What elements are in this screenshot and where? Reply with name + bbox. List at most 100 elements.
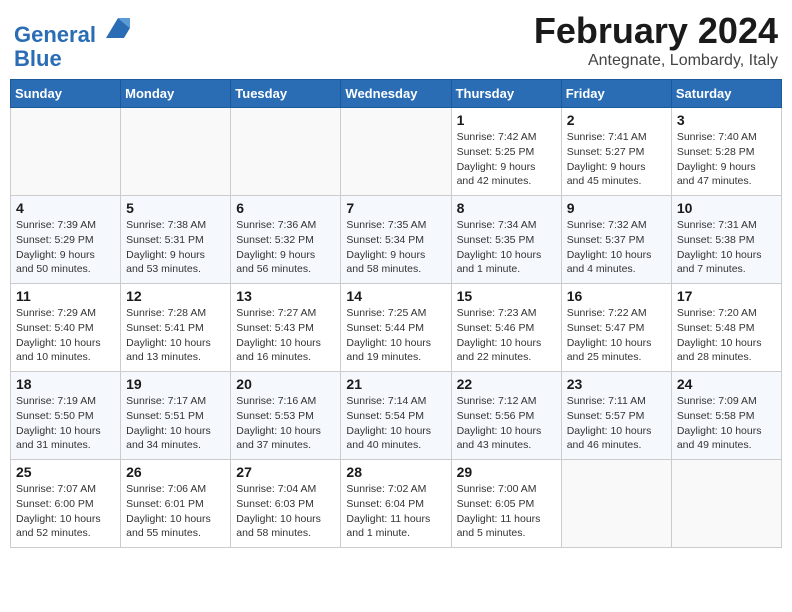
day-info: Sunrise: 7:25 AM Sunset: 5:44 PM Dayligh… xyxy=(346,306,445,365)
day-info: Sunrise: 7:29 AM Sunset: 5:40 PM Dayligh… xyxy=(16,306,115,365)
calendar-cell: 1 Sunrise: 7:42 AM Sunset: 5:25 PM Daylig… xyxy=(451,108,561,196)
calendar-cell: 12 Sunrise: 7:28 AM Sunset: 5:41 PM Dayli… xyxy=(121,284,231,372)
calendar-cell: 29Sunrise: 7:00 AM Sunset: 6:05 PM Dayli… xyxy=(451,460,561,548)
day-info: Sunrise: 7:07 AM Sunset: 6:00 PM Dayligh… xyxy=(16,482,115,541)
header-cell-friday: Friday xyxy=(561,80,671,108)
day-info: Sunrise: 7:34 AM Sunset: 5:35 PM Dayligh… xyxy=(457,218,556,277)
day-number: 2 xyxy=(567,112,666,128)
day-info: Sunrise: 7:38 AM Sunset: 5:31 PM Dayligh… xyxy=(126,218,225,277)
calendar-cell: 19 Sunrise: 7:17 AM Sunset: 5:51 PM Dayli… xyxy=(121,372,231,460)
calendar-body: 1 Sunrise: 7:42 AM Sunset: 5:25 PM Daylig… xyxy=(11,108,782,548)
header-cell-tuesday: Tuesday xyxy=(231,80,341,108)
calendar-cell: 24 Sunrise: 7:09 AM Sunset: 5:58 PM Dayli… xyxy=(671,372,781,460)
day-number: 12 xyxy=(126,288,225,304)
day-info: Sunrise: 7:02 AM Sunset: 6:04 PM Dayligh… xyxy=(346,482,445,541)
header-cell-sunday: Sunday xyxy=(11,80,121,108)
header-cell-thursday: Thursday xyxy=(451,80,561,108)
day-info: Sunrise: 7:32 AM Sunset: 5:37 PM Dayligh… xyxy=(567,218,666,277)
calendar-week-4: 25 Sunrise: 7:07 AM Sunset: 6:00 PM Dayli… xyxy=(11,460,782,548)
logo-general: General xyxy=(14,22,96,47)
calendar-cell: 11Sunrise: 7:29 AM Sunset: 5:40 PM Dayli… xyxy=(11,284,121,372)
header-cell-wednesday: Wednesday xyxy=(341,80,451,108)
calendar-week-2: 11Sunrise: 7:29 AM Sunset: 5:40 PM Dayli… xyxy=(11,284,782,372)
day-info: Sunrise: 7:39 AM Sunset: 5:29 PM Dayligh… xyxy=(16,218,115,277)
calendar-cell: 21 Sunrise: 7:14 AM Sunset: 5:54 PM Dayli… xyxy=(341,372,451,460)
day-number: 26 xyxy=(126,464,225,480)
day-number: 25 xyxy=(16,464,115,480)
day-number: 24 xyxy=(677,376,776,392)
calendar-cell: 3Sunrise: 7:40 AM Sunset: 5:28 PM Daylig… xyxy=(671,108,781,196)
day-info: Sunrise: 7:04 AM Sunset: 6:03 PM Dayligh… xyxy=(236,482,335,541)
day-number: 13 xyxy=(236,288,335,304)
calendar-cell: 28 Sunrise: 7:02 AM Sunset: 6:04 PM Dayli… xyxy=(341,460,451,548)
day-number: 1 xyxy=(457,112,556,128)
calendar-cell xyxy=(11,108,121,196)
calendar-cell: 14Sunrise: 7:25 AM Sunset: 5:44 PM Dayli… xyxy=(341,284,451,372)
day-number: 27 xyxy=(236,464,335,480)
day-info: Sunrise: 7:23 AM Sunset: 5:46 PM Dayligh… xyxy=(457,306,556,365)
day-info: Sunrise: 7:42 AM Sunset: 5:25 PM Dayligh… xyxy=(457,130,556,189)
day-info: Sunrise: 7:16 AM Sunset: 5:53 PM Dayligh… xyxy=(236,394,335,453)
day-number: 10 xyxy=(677,200,776,216)
day-info: Sunrise: 7:27 AM Sunset: 5:43 PM Dayligh… xyxy=(236,306,335,365)
day-number: 15 xyxy=(457,288,556,304)
day-number: 9 xyxy=(567,200,666,216)
day-number: 23 xyxy=(567,376,666,392)
day-info: Sunrise: 7:17 AM Sunset: 5:51 PM Dayligh… xyxy=(126,394,225,453)
day-number: 28 xyxy=(346,464,445,480)
calendar-cell: 18 Sunrise: 7:19 AM Sunset: 5:50 PM Dayli… xyxy=(11,372,121,460)
calendar-week-3: 18 Sunrise: 7:19 AM Sunset: 5:50 PM Dayli… xyxy=(11,372,782,460)
day-number: 16 xyxy=(567,288,666,304)
calendar-cell: 22Sunrise: 7:12 AM Sunset: 5:56 PM Dayli… xyxy=(451,372,561,460)
calendar-cell: 23 Sunrise: 7:11 AM Sunset: 5:57 PM Dayli… xyxy=(561,372,671,460)
day-number: 5 xyxy=(126,200,225,216)
day-number: 4 xyxy=(16,200,115,216)
day-number: 20 xyxy=(236,376,335,392)
calendar-cell: 5 Sunrise: 7:38 AM Sunset: 5:31 PM Daylig… xyxy=(121,196,231,284)
logo-blue: Blue xyxy=(14,47,132,71)
calendar-cell: 27 Sunrise: 7:04 AM Sunset: 6:03 PM Dayli… xyxy=(231,460,341,548)
day-number: 6 xyxy=(236,200,335,216)
calendar-cell: 20 Sunrise: 7:16 AM Sunset: 5:53 PM Dayli… xyxy=(231,372,341,460)
calendar-cell: 7 Sunrise: 7:35 AM Sunset: 5:34 PM Daylig… xyxy=(341,196,451,284)
day-info: Sunrise: 7:41 AM Sunset: 5:27 PM Dayligh… xyxy=(567,130,666,189)
day-info: Sunrise: 7:22 AM Sunset: 5:47 PM Dayligh… xyxy=(567,306,666,365)
calendar-cell: 8 Sunrise: 7:34 AM Sunset: 5:35 PM Daylig… xyxy=(451,196,561,284)
calendar-cell: 15 Sunrise: 7:23 AM Sunset: 5:46 PM Dayli… xyxy=(451,284,561,372)
month-title: February 2024 xyxy=(534,10,778,52)
day-info: Sunrise: 7:09 AM Sunset: 5:58 PM Dayligh… xyxy=(677,394,776,453)
header-cell-saturday: Saturday xyxy=(671,80,781,108)
day-info: Sunrise: 7:11 AM Sunset: 5:57 PM Dayligh… xyxy=(567,394,666,453)
day-number: 18 xyxy=(16,376,115,392)
day-info: Sunrise: 7:40 AM Sunset: 5:28 PM Dayligh… xyxy=(677,130,776,189)
day-number: 7 xyxy=(346,200,445,216)
location-title: Antegnate, Lombardy, Italy xyxy=(534,52,778,70)
header: General Blue February 2024 Antegnate, Lo… xyxy=(10,10,782,71)
calendar-cell: 25 Sunrise: 7:07 AM Sunset: 6:00 PM Dayli… xyxy=(11,460,121,548)
calendar-week-1: 4 Sunrise: 7:39 AM Sunset: 5:29 PM Daylig… xyxy=(11,196,782,284)
day-info: Sunrise: 7:28 AM Sunset: 5:41 PM Dayligh… xyxy=(126,306,225,365)
day-number: 19 xyxy=(126,376,225,392)
day-info: Sunrise: 7:31 AM Sunset: 5:38 PM Dayligh… xyxy=(677,218,776,277)
calendar-cell: 9 Sunrise: 7:32 AM Sunset: 5:37 PM Daylig… xyxy=(561,196,671,284)
day-info: Sunrise: 7:35 AM Sunset: 5:34 PM Dayligh… xyxy=(346,218,445,277)
day-info: Sunrise: 7:36 AM Sunset: 5:32 PM Dayligh… xyxy=(236,218,335,277)
calendar-cell xyxy=(341,108,451,196)
day-info: Sunrise: 7:14 AM Sunset: 5:54 PM Dayligh… xyxy=(346,394,445,453)
calendar-cell: 4 Sunrise: 7:39 AM Sunset: 5:29 PM Daylig… xyxy=(11,196,121,284)
calendar-week-0: 1 Sunrise: 7:42 AM Sunset: 5:25 PM Daylig… xyxy=(11,108,782,196)
calendar-cell xyxy=(121,108,231,196)
calendar-cell xyxy=(231,108,341,196)
calendar-table: SundayMondayTuesdayWednesdayThursdayFrid… xyxy=(10,79,782,548)
day-number: 8 xyxy=(457,200,556,216)
day-info: Sunrise: 7:06 AM Sunset: 6:01 PM Dayligh… xyxy=(126,482,225,541)
day-info: Sunrise: 7:19 AM Sunset: 5:50 PM Dayligh… xyxy=(16,394,115,453)
calendar-cell xyxy=(671,460,781,548)
day-number: 21 xyxy=(346,376,445,392)
day-number: 29 xyxy=(457,464,556,480)
calendar-cell: 16 Sunrise: 7:22 AM Sunset: 5:47 PM Dayli… xyxy=(561,284,671,372)
calendar-cell: 2 Sunrise: 7:41 AM Sunset: 5:27 PM Daylig… xyxy=(561,108,671,196)
calendar-header-row: SundayMondayTuesdayWednesdayThursdayFrid… xyxy=(11,80,782,108)
calendar-cell xyxy=(561,460,671,548)
calendar-cell: 26 Sunrise: 7:06 AM Sunset: 6:01 PM Dayli… xyxy=(121,460,231,548)
